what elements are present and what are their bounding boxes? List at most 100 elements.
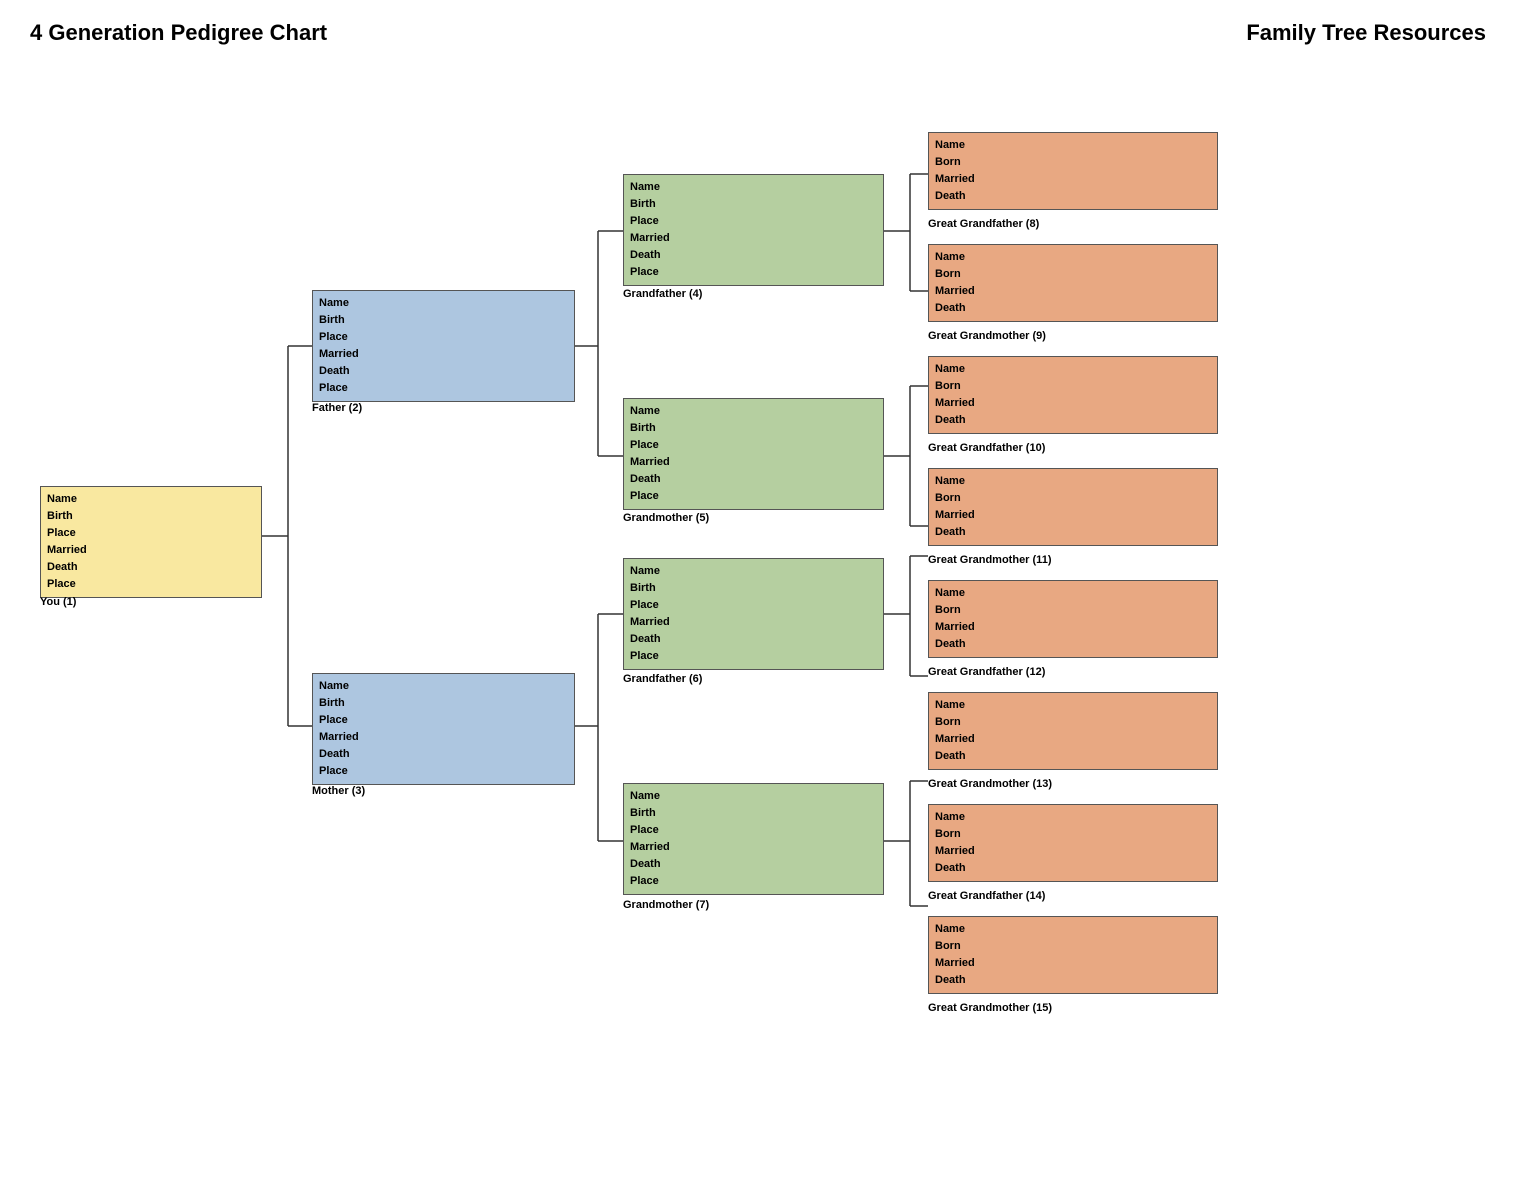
you-place2: Place — [47, 576, 255, 593]
father-place2: Place — [319, 380, 568, 397]
gm7-birth: Birth — [630, 805, 877, 822]
gf4-place1: Place — [630, 213, 877, 230]
father-name: Name — [319, 295, 568, 312]
mother-death: Death — [319, 746, 568, 763]
mother-place2: Place — [319, 763, 568, 780]
ggm13-born: Born — [935, 714, 1211, 731]
gm5-death: Death — [630, 471, 877, 488]
gm7-name: Name — [630, 788, 877, 805]
gf4-place2: Place — [630, 264, 877, 281]
gf6-place2: Place — [630, 648, 877, 665]
gf4-label: Grandfather (4) — [623, 288, 702, 300]
ggm9-married: Married — [935, 283, 1211, 300]
person-grandmother7: Name Birth Place Married Death Place — [623, 783, 884, 895]
ggf8-married: Married — [935, 171, 1211, 188]
person-you: Name Birth Place Married Death Place — [40, 486, 262, 598]
ggf8-label: Great Grandfather (8) — [928, 218, 1039, 230]
person-ggm11: Name Born Married Death — [928, 468, 1218, 546]
gm5-place2: Place — [630, 488, 877, 505]
page-title: 4 Generation Pedigree Chart — [30, 20, 327, 46]
ggm15-born: Born — [935, 938, 1211, 955]
ggm13-married: Married — [935, 731, 1211, 748]
you-name: Name — [47, 491, 255, 508]
gf6-place1: Place — [630, 597, 877, 614]
gf6-death: Death — [630, 631, 877, 648]
you-place1: Place — [47, 525, 255, 542]
ggm11-death: Death — [935, 524, 1211, 541]
gm7-label: Grandmother (7) — [623, 899, 709, 911]
ggm15-married: Married — [935, 955, 1211, 972]
ggm11-married: Married — [935, 507, 1211, 524]
ggf14-born: Born — [935, 826, 1211, 843]
gm7-place2: Place — [630, 873, 877, 890]
person-grandmother5: Name Birth Place Married Death Place — [623, 398, 884, 510]
ggm15-label: Great Grandmother (15) — [928, 1002, 1052, 1014]
mother-label: Mother (3) — [312, 785, 365, 797]
gm5-birth: Birth — [630, 420, 877, 437]
ggf10-married: Married — [935, 395, 1211, 412]
ggf10-born: Born — [935, 378, 1211, 395]
gf4-name: Name — [630, 179, 877, 196]
gf4-birth: Birth — [630, 196, 877, 213]
ggm9-label: Great Grandmother (9) — [928, 330, 1046, 342]
ggf12-name: Name — [935, 585, 1211, 602]
ggf8-death: Death — [935, 188, 1211, 205]
person-grandfather4: Name Birth Place Married Death Place — [623, 174, 884, 286]
person-father: Name Birth Place Married Death Place — [312, 290, 575, 402]
person-ggm13: Name Born Married Death — [928, 692, 1218, 770]
gm7-married: Married — [630, 839, 877, 856]
ggm13-name: Name — [935, 697, 1211, 714]
gf6-married: Married — [630, 614, 877, 631]
ggf10-death: Death — [935, 412, 1211, 429]
gf4-married: Married — [630, 230, 877, 247]
ggf12-death: Death — [935, 636, 1211, 653]
ggf10-name: Name — [935, 361, 1211, 378]
ggf14-death: Death — [935, 860, 1211, 877]
you-death: Death — [47, 559, 255, 576]
mother-name: Name — [319, 678, 568, 695]
person-ggf8: Name Born Married Death — [928, 132, 1218, 210]
ggf10-label: Great Grandfather (10) — [928, 442, 1045, 454]
gm7-place1: Place — [630, 822, 877, 839]
mother-married: Married — [319, 729, 568, 746]
gm5-married: Married — [630, 454, 877, 471]
ggf12-label: Great Grandfather (12) — [928, 666, 1045, 678]
ggm15-death: Death — [935, 972, 1211, 989]
gf6-birth: Birth — [630, 580, 877, 597]
person-ggf12: Name Born Married Death — [928, 580, 1218, 658]
person-mother: Name Birth Place Married Death Place — [312, 673, 575, 785]
you-label: You (1) — [40, 596, 76, 608]
ggm11-name: Name — [935, 473, 1211, 490]
ggm9-born: Born — [935, 266, 1211, 283]
person-ggm9: Name Born Married Death — [928, 244, 1218, 322]
resources-title: Family Tree Resources — [1246, 20, 1486, 46]
person-ggf10: Name Born Married Death — [928, 356, 1218, 434]
ggm9-death: Death — [935, 300, 1211, 317]
father-place1: Place — [319, 329, 568, 346]
gf4-death: Death — [630, 247, 877, 264]
gm5-name: Name — [630, 403, 877, 420]
father-death: Death — [319, 363, 568, 380]
mother-place1: Place — [319, 712, 568, 729]
person-grandfather6: Name Birth Place Married Death Place — [623, 558, 884, 670]
ggm9-name: Name — [935, 249, 1211, 266]
ggf12-born: Born — [935, 602, 1211, 619]
ggm11-born: Born — [935, 490, 1211, 507]
you-birth: Birth — [47, 508, 255, 525]
ggf8-name: Name — [935, 137, 1211, 154]
gm7-death: Death — [630, 856, 877, 873]
ggf12-married: Married — [935, 619, 1211, 636]
ggf14-label: Great Grandfather (14) — [928, 890, 1045, 902]
gf6-name: Name — [630, 563, 877, 580]
ggf8-born: Born — [935, 154, 1211, 171]
person-ggm15: Name Born Married Death — [928, 916, 1218, 994]
gm5-label: Grandmother (5) — [623, 512, 709, 524]
ggm13-label: Great Grandmother (13) — [928, 778, 1052, 790]
ggm11-label: Great Grandmother (11) — [928, 554, 1051, 566]
you-married: Married — [47, 542, 255, 559]
ggm13-death: Death — [935, 748, 1211, 765]
father-label: Father (2) — [312, 402, 362, 414]
person-ggf14: Name Born Married Death — [928, 804, 1218, 882]
ggm15-name: Name — [935, 921, 1211, 938]
gf6-label: Grandfather (6) — [623, 673, 702, 685]
